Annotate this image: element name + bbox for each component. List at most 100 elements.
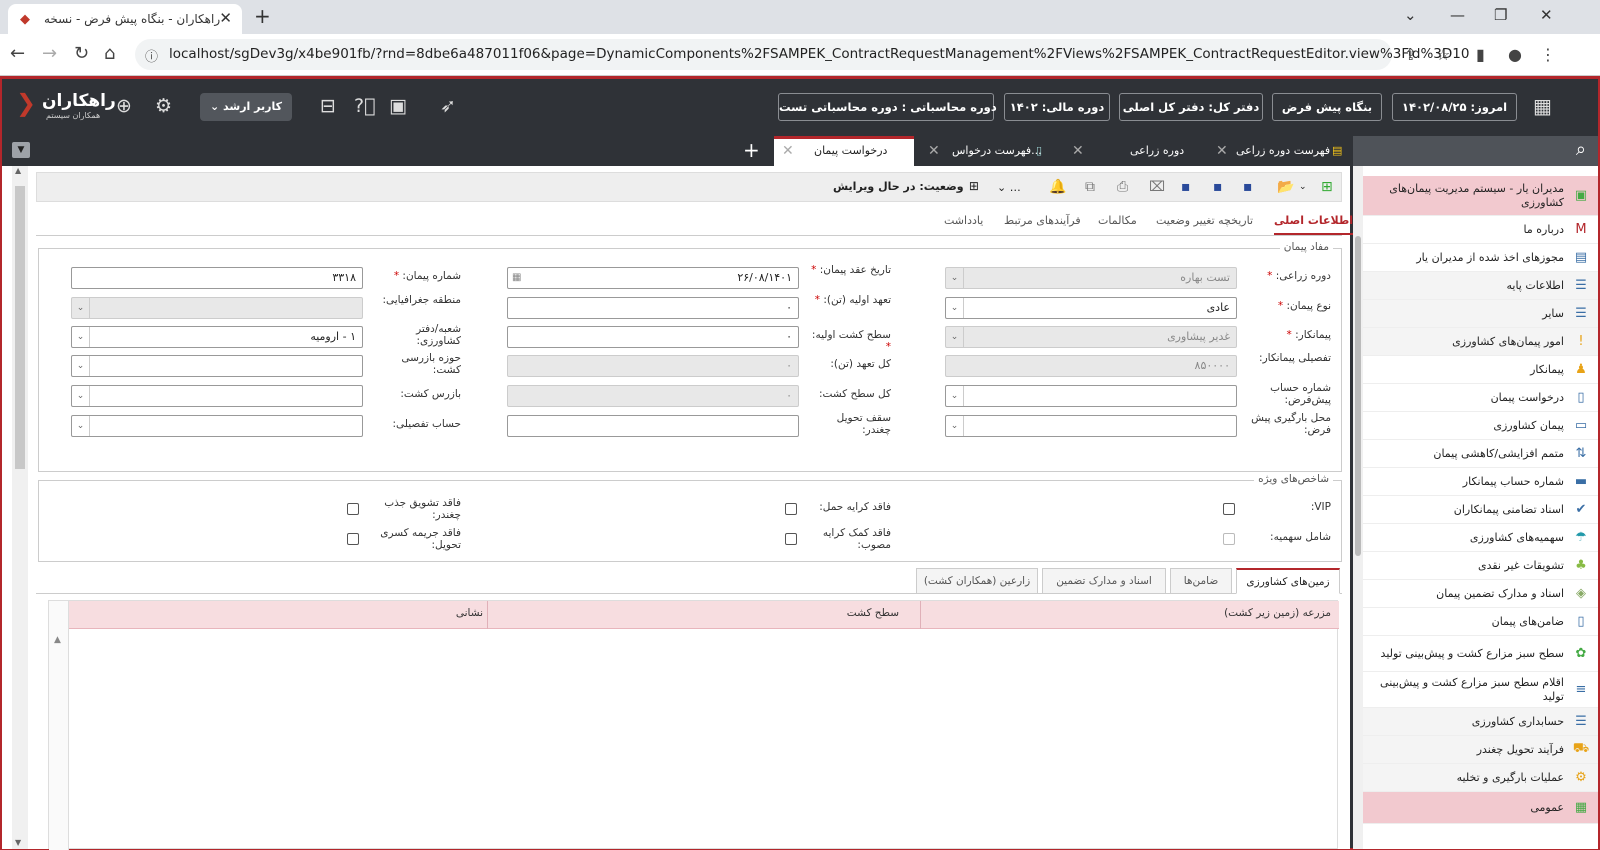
site-info-icon[interactable]: ⓘ: [145, 46, 158, 65]
calendar-icon[interactable]: ▦: [512, 268, 521, 288]
tab-contract-request[interactable]: ✕ درخواست پیمان: [774, 136, 914, 166]
sidebar-item[interactable]: ⇅ متمم افزایشی/کاهشی پیمان: [1363, 440, 1598, 468]
form-field[interactable]: غدیر پیشاوری ⌄: [945, 326, 1237, 348]
sidebar-item[interactable]: ◈ اسناد و مدارک تضمین پیمان: [1363, 580, 1598, 608]
browser-menu-icon[interactable]: ⋮: [1540, 45, 1556, 64]
form-field[interactable]: ۰: [507, 355, 799, 377]
sidebar-item[interactable]: ▬ شماره حساب پیمانکار: [1363, 468, 1598, 496]
col-header-area[interactable]: سطح کشت: [847, 607, 899, 619]
close-icon[interactable]: ✕: [1072, 136, 1084, 166]
minimize-button[interactable]: —: [1450, 6, 1465, 24]
form-field[interactable]: ⌄: [71, 355, 363, 377]
maximize-button[interactable]: ❐: [1494, 6, 1507, 24]
inbox-icon[interactable]: ⊟: [320, 95, 336, 117]
delete-icon[interactable]: ⌧: [1149, 179, 1165, 195]
search-icon[interactable]: ⌕: [1576, 139, 1586, 160]
settings-gear-icon[interactable]: ⚙: [155, 95, 172, 117]
browser-tab[interactable]: ◆ راهکاران - بنگاه پیش فرض - نسخه ✕: [8, 4, 242, 34]
tab-farmers[interactable]: زارعین (همکاران کشت): [916, 568, 1038, 594]
home-icon[interactable]: ⌂: [104, 43, 115, 64]
form-field[interactable]: ⌄: [71, 385, 363, 407]
sidebar-item[interactable]: ▤ مجوزهای اخذ شده از مدیران یار: [1363, 244, 1598, 272]
form-field[interactable]: عادی ⌄: [945, 297, 1237, 319]
back-icon[interactable]: ←: [10, 43, 25, 64]
tab-crop-period[interactable]: ✕ دوره زراعی: [1070, 136, 1206, 166]
sidebar-item[interactable]: ≡ اقلام سطح سبز مزارع کشت و پیش‌بینی تولی…: [1363, 672, 1598, 708]
col-header-address[interactable]: نشانی: [456, 607, 483, 619]
form-field[interactable]: ۳۳۱۸: [71, 267, 363, 289]
form-field[interactable]: ۰: [507, 297, 799, 319]
form-field[interactable]: ۰: [507, 385, 799, 407]
sidebar-search[interactable]: ⌕: [1353, 136, 1598, 166]
chevron-down-icon[interactable]: ⌄: [72, 298, 90, 318]
checkbox[interactable]: [347, 503, 359, 515]
print-icon[interactable]: ⎙: [1117, 179, 1128, 195]
close-tab-icon[interactable]: ✕: [219, 9, 232, 27]
checkbox[interactable]: [1223, 533, 1235, 545]
chevron-down-icon[interactable]: ⌄: [72, 327, 90, 347]
side-panel-icon[interactable]: ▮: [1476, 45, 1485, 64]
form-field[interactable]: ۰: [507, 326, 799, 348]
tab-crop-period-list[interactable]: ✕ فهرست دوره زراعی ▤: [1214, 136, 1348, 166]
sidebar-item[interactable]: ▣ مدیران یار - سیستم مدیریت پیمان‌های کشا…: [1363, 176, 1598, 216]
checkbox[interactable]: [1223, 503, 1235, 515]
rocket-icon[interactable]: ➶: [440, 95, 456, 117]
tab-conversations[interactable]: مکالمات: [1098, 214, 1137, 227]
bookmark-star-icon[interactable]: ☆: [1436, 45, 1450, 64]
form-field[interactable]: ⌄: [945, 415, 1237, 437]
tab-related-processes[interactable]: فرآیندهای مرتبط: [1004, 214, 1081, 227]
sidebar-item[interactable]: ♣ تشویقات غیر نقدی: [1363, 552, 1598, 580]
chevron-down-icon[interactable]: ⌄: [946, 386, 964, 406]
sidebar-item[interactable]: ▯ درخواست پیمان: [1363, 384, 1598, 412]
chevron-down-icon[interactable]: ⌄: [946, 327, 964, 347]
sidebar-item[interactable]: M درباره ما: [1363, 216, 1598, 244]
sidebar-item[interactable]: ☰ سایر: [1363, 300, 1598, 328]
save-close-icon[interactable]: ▪: [1213, 179, 1223, 195]
tab-farm-lands[interactable]: زمین‌های کشاورزی: [1236, 568, 1340, 594]
more-icon[interactable]: ⌄ …: [997, 181, 1021, 194]
share-icon[interactable]: ⇪: [1404, 45, 1417, 64]
sidebar-item[interactable]: ☰ حسابداری کشاورزی: [1363, 708, 1598, 736]
new-tab-button[interactable]: +: [254, 4, 271, 28]
today-pill[interactable]: امروز: ۱۴۰۲/۰۸/۲۵: [1392, 93, 1517, 121]
sidebar-item[interactable]: ▦ عمومی: [1363, 792, 1598, 824]
col-header-farm[interactable]: مزرعه (زمین زیر کشت): [1224, 607, 1331, 619]
help-icon[interactable]: ?⃝: [354, 95, 376, 117]
sidebar-item[interactable]: ▯ ضامن‌های پیمان: [1363, 608, 1598, 636]
open-icon[interactable]: 📂: [1277, 179, 1294, 195]
chevron-down-icon[interactable]: ⌄: [946, 298, 964, 318]
chevron-down-icon[interactable]: ⌄: [72, 356, 90, 376]
form-field[interactable]: ۸۵۰۰۰۰: [945, 355, 1237, 377]
add-tab-button[interactable]: +: [743, 138, 760, 162]
form-field[interactable]: تست بهاره ⌄: [945, 267, 1237, 289]
bell-icon[interactable]: 🔔: [1049, 179, 1066, 195]
close-icon[interactable]: ✕: [1216, 136, 1228, 166]
tab-notes[interactable]: یادداشت: [944, 214, 983, 227]
reload-icon[interactable]: ↻: [74, 43, 89, 64]
tab-status-history[interactable]: تاریخچه تغییر وضعیت: [1156, 214, 1253, 227]
tab-main-info[interactable]: اطلاعات اصلی: [1274, 214, 1354, 235]
new-icon[interactable]: ⊞: [1321, 179, 1333, 195]
tab-guarantee-docs[interactable]: اسناد و مدارک تضمین: [1042, 568, 1166, 594]
form-field[interactable]: ⌄: [71, 297, 363, 319]
sidebar-scrollbar[interactable]: [1353, 166, 1363, 849]
sidebar-item[interactable]: ▭ پیمان کشاورزی: [1363, 412, 1598, 440]
sidebar-item[interactable]: ♟ پیمانکار: [1363, 356, 1598, 384]
sidebar-item[interactable]: ⛟ فرآیند تحویل چغندر: [1363, 736, 1598, 764]
fiscal-period-pill[interactable]: دوره مالی: ۱۴۰۲: [1004, 93, 1110, 121]
copy-icon[interactable]: ⧉: [1085, 179, 1095, 195]
profile-icon[interactable]: ●: [1508, 45, 1522, 64]
close-window-button[interactable]: ✕: [1540, 6, 1553, 24]
chevron-down-icon[interactable]: ⌄: [1299, 182, 1307, 192]
user-menu-button[interactable]: ⌄ کاربر ارشد: [200, 93, 292, 121]
sidebar-item[interactable]: ☂ سهمیه‌های کشاورزی: [1363, 524, 1598, 552]
form-field[interactable]: ⌄: [945, 385, 1237, 407]
form-field[interactable]: ۲۶/۰۸/۱۴۰۱ ▦: [507, 267, 799, 289]
tabs-dropdown-icon[interactable]: ▼: [12, 142, 30, 158]
chevron-down-icon[interactable]: ⌄: [946, 416, 964, 436]
checkbox[interactable]: [347, 533, 359, 545]
save-new-icon[interactable]: ▪: [1181, 179, 1191, 195]
terminal-icon[interactable]: ▣: [389, 95, 407, 117]
form-field[interactable]: ⌄: [71, 415, 363, 437]
sidebar-item[interactable]: ✔ اسناد تضامنی پیمانکاران: [1363, 496, 1598, 524]
